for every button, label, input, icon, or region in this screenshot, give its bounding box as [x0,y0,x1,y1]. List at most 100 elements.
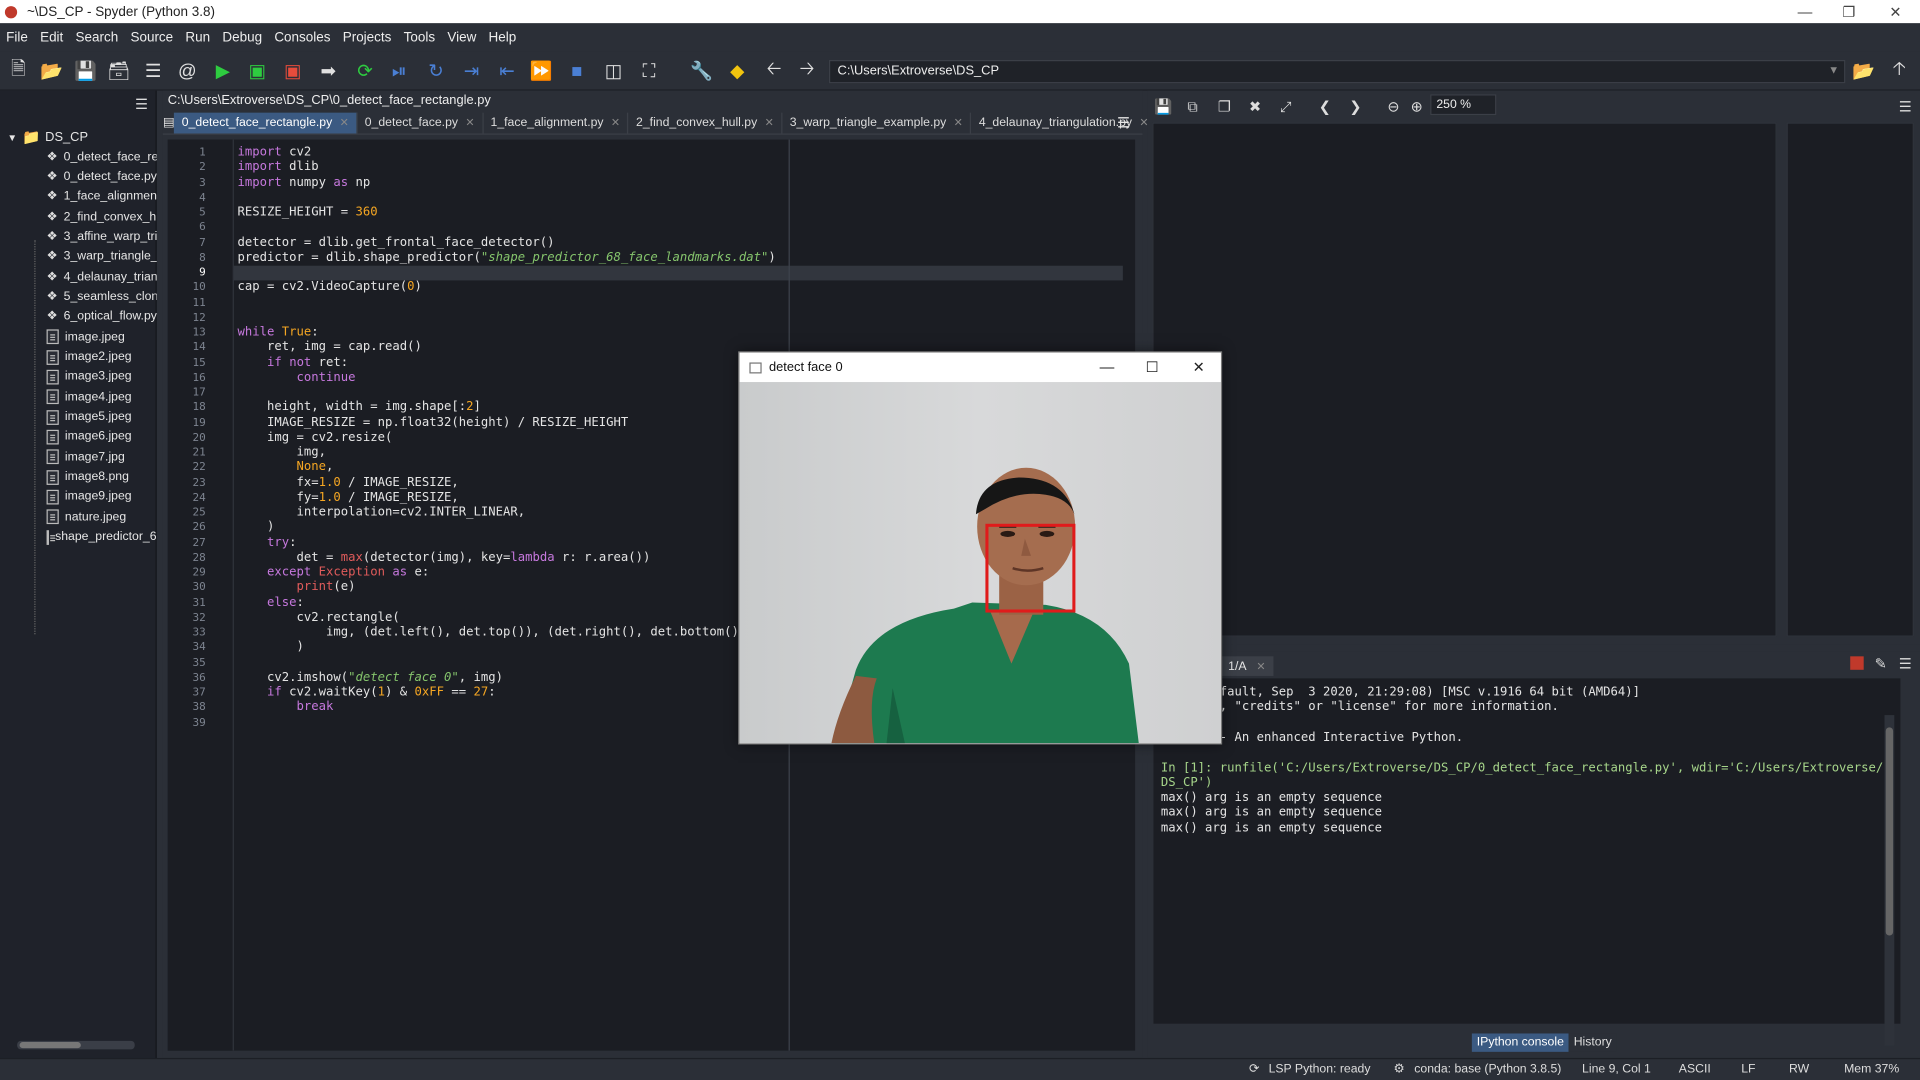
run-cell-icon[interactable]: ▣ [244,58,271,85]
menu-tools[interactable]: Tools [398,30,442,45]
maximize-button[interactable]: ❐ [1827,0,1871,23]
close-button[interactable]: ✕ [1177,353,1221,382]
file-tree-item[interactable]: nature.jpeg [46,507,157,527]
opencv-window[interactable]: detect face 0 — ☐ ✕ [738,351,1223,745]
file-tree-item[interactable]: ❖ 0_detect_face.py [47,167,157,187]
file-tree-item[interactable]: ❖ 3_affine_warp_triangle.py [47,227,157,247]
run-selection-icon[interactable]: ➡ [315,58,342,85]
pane-menu-icon[interactable]: ☰ [1117,114,1130,131]
file-tree-item[interactable]: ❖ 6_optical_flow.py [47,307,157,327]
minimize-button[interactable]: — [1783,0,1827,23]
forward-arrow-icon[interactable]: 🡢 [793,58,820,85]
outline-icon[interactable]: ☰ [140,58,167,85]
fullscreen-icon[interactable]: ⛶ [636,58,663,85]
working-directory-input[interactable]: C:\Users\Extroverse\DS_CP ▼ [828,60,1846,84]
zoom-out-icon[interactable]: ⊖ [1382,96,1404,118]
file-tree-item[interactable]: image3.jpeg [46,367,157,387]
stop-kernel-icon[interactable] [1850,656,1864,670]
file-tree-item[interactable]: ❖ 2_find_convex_hull.py [47,207,157,227]
file-tree-item[interactable]: ❖ 1_face_alignment.py [47,187,157,207]
close-tab-icon[interactable]: ✕ [765,116,774,129]
editor-tab[interactable]: 0_detect_face.py ✕ [357,112,484,134]
menu-file[interactable]: File [0,30,34,45]
open-file-icon[interactable]: 📂 [38,58,65,85]
zoom-in-icon[interactable]: ⊕ [1406,96,1428,118]
maximize-pane-icon[interactable]: ◫ [600,58,627,85]
browse-tabs-icon[interactable]: ▤ [163,113,175,134]
run-icon[interactable]: ▶ [209,58,236,85]
ipython-console[interactable]: .8.5 (default, Sep 3 2020, 21:29:08) [MS… [1153,678,1901,1046]
at-icon[interactable]: @ [174,58,201,85]
close-icon[interactable]: ✕ [1256,659,1265,672]
chevron-down-icon[interactable]: ▼ [1828,64,1839,76]
next-plot-icon[interactable]: ❯ [1345,96,1367,118]
close-tab-icon[interactable]: ✕ [340,116,349,129]
run-cell-advance-icon[interactable]: ▣ [279,58,306,85]
file-tree-item[interactable]: image5.jpeg [46,407,157,427]
console-tab[interactable]: 1/A ✕ [1220,656,1273,676]
menu-help[interactable]: Help [482,30,522,45]
editor-tab[interactable]: 0_detect_face_rectangle.py ✕ [174,112,358,134]
close-tab-icon[interactable]: ✕ [465,116,474,129]
close-tab-icon[interactable]: ✕ [954,116,963,129]
pane-menu-icon[interactable]: ☰ [135,96,148,113]
preferences-wrench-icon[interactable]: 🔧 [688,58,715,85]
save-all-plots-icon[interactable]: ⧉ [1182,96,1204,118]
file-tree-item[interactable]: image4.jpeg [46,387,157,407]
file-tree-item[interactable]: image.jpeg [46,327,157,347]
menu-edit[interactable]: Edit [34,30,69,45]
editor-tab[interactable]: 1_face_alignment.py ✕ [483,112,629,134]
project-root[interactable]: ▼ 📁 DS_CP [7,129,88,146]
menu-view[interactable]: View [441,30,482,45]
new-file-icon[interactable]: 🗎 [5,58,32,85]
file-tree-item[interactable]: image8.png [46,467,157,487]
pane-menu-icon[interactable]: ☰ [1894,653,1916,675]
file-tree-item[interactable]: image7.jpg [46,447,157,467]
file-tree-item[interactable]: ❖ 0_detect_face_rectangle.py [47,147,157,167]
back-arrow-icon[interactable]: 🡠 [760,58,787,85]
editor-tab[interactable]: 3_warp_triangle_example.py ✕ [782,112,972,134]
file-tree-item[interactable]: ❖ 4_delaunay_triangulation.py [47,267,157,287]
continue-icon[interactable]: ⏩ [528,58,555,85]
menu-debug[interactable]: Debug [216,30,268,45]
chevron-down-icon[interactable]: ▼ [7,132,17,143]
python-path-icon[interactable]: ◆ [724,58,751,85]
remove-all-plots-icon[interactable]: ⤢ [1275,96,1297,118]
clear-console-icon[interactable]: ✎ [1870,653,1892,675]
copy-plot-icon[interactable]: ❐ [1213,96,1235,118]
horizontal-scrollbar[interactable] [17,1040,135,1050]
debug-icon[interactable]: ⏯ [386,58,413,85]
save-all-icon[interactable]: 🗃 [105,58,132,85]
save-plot-icon[interactable]: 💾 [1152,96,1174,118]
file-tree-item[interactable]: image6.jpeg [46,427,157,447]
zoom-level-field[interactable]: 250 % [1430,94,1497,116]
menu-search[interactable]: Search [69,30,124,45]
stop-debug-icon[interactable]: ■ [563,58,590,85]
close-button[interactable]: ✕ [1873,0,1917,23]
file-tree-item[interactable]: image2.jpeg [46,347,157,367]
previous-plot-icon[interactable]: ❮ [1314,96,1336,118]
editor-tab[interactable]: 2_find_convex_hull.py ✕ [629,112,783,134]
file-tree-item[interactable]: shape_predictor_68_face_landmarks.dat [46,527,157,547]
maximize-button[interactable]: ☐ [1130,353,1174,382]
step-icon[interactable]: ↻ [422,58,449,85]
menu-source[interactable]: Source [124,30,179,45]
step-into-icon[interactable]: ⇥ [458,58,485,85]
file-tree-item[interactable]: ❖ 3_warp_triangle_example.py [47,247,157,267]
pane-menu-icon[interactable]: ☰ [1894,96,1916,118]
menu-projects[interactable]: Projects [337,30,398,45]
remove-plot-icon[interactable]: ✖ [1244,96,1266,118]
vertical-scrollbar[interactable] [1884,715,1895,1046]
menu-run[interactable]: Run [179,30,216,45]
browse-folder-icon[interactable]: 📂 [1850,58,1877,85]
save-icon[interactable]: 💾 [72,58,99,85]
minimize-button[interactable]: — [1085,353,1129,382]
rerun-icon[interactable]: ⟳ [351,58,378,85]
step-return-icon[interactable]: ⇤ [493,58,520,85]
close-tab-icon[interactable]: ✕ [611,116,620,129]
opencv-window-titlebar[interactable]: detect face 0 — ☐ ✕ [739,352,1221,383]
file-tree-item[interactable]: ❖ 5_seamless_cloning.py [47,287,157,307]
tab-ipython-console[interactable]: IPython console [1471,1033,1569,1052]
menu-consoles[interactable]: Consoles [268,30,336,45]
parent-directory-icon[interactable]: 🡡 [1886,58,1913,85]
